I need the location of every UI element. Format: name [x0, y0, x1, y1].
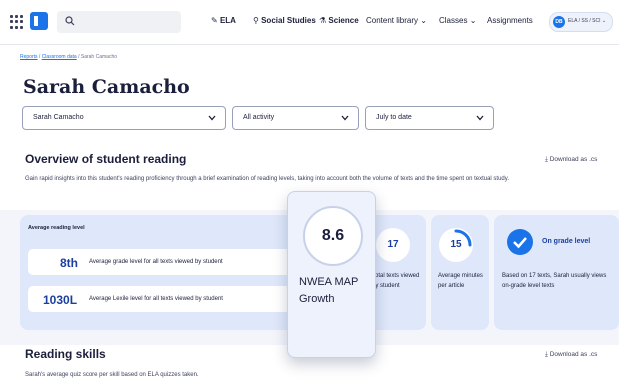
- breadcrumb-reports[interactable]: Reports: [20, 54, 38, 60]
- chevron-down-icon: ⌄: [601, 18, 607, 24]
- overview-description: Gain rapid insights into this student's …: [25, 176, 509, 182]
- average-reading-level-card: Average reading level 8th Average grade …: [20, 215, 312, 330]
- nav-assignments[interactable]: Assignments: [487, 16, 533, 25]
- nav-content-library[interactable]: Content library ⌄: [366, 16, 427, 25]
- grade-level-label: Average grade level for all texts viewed…: [89, 259, 223, 265]
- minutes-progress-ring: [454, 229, 472, 247]
- nav-science[interactable]: ⚗ Science: [319, 16, 359, 25]
- subject-switcher[interactable]: DB ELA / SS / SCI ⌄: [549, 12, 613, 32]
- on-grade-level-label: Based on 17 texts, Sarah usually views o…: [502, 273, 607, 289]
- student-select[interactable]: Sarah Camacho: [22, 106, 226, 130]
- nwea-score-tooltip: 8.6 NWEA MAP Growth: [287, 191, 376, 358]
- on-grade-level-heading: On grade level: [542, 238, 591, 245]
- chevron-down-icon: [208, 115, 216, 121]
- app-logo[interactable]: [30, 12, 48, 30]
- chevron-down-icon: ⌄: [420, 16, 427, 25]
- lexile-level-row: 1030L Average Lexile level for all texts…: [28, 286, 302, 312]
- check-circle-icon: [507, 229, 533, 255]
- total-texts-label: Total texts viewed by student: [372, 273, 420, 289]
- average-minutes-label: Average minutes per article: [438, 273, 483, 289]
- lexile-level-label: Average Lexile level for all texts viewe…: [89, 296, 223, 302]
- breadcrumb-classroom-data[interactable]: Classroom data: [42, 54, 77, 60]
- search-input[interactable]: [57, 11, 181, 33]
- breadcrumb: Reports / Classroom data / Sarah Camacho: [20, 54, 118, 60]
- overview-download-link[interactable]: ⤓ Download as .cs: [545, 156, 597, 164]
- average-minutes-card: 15 Average minutes per article: [431, 215, 489, 330]
- avatar: DB: [553, 16, 565, 28]
- nwea-score-label: NWEA MAP Growth: [299, 276, 359, 305]
- top-navigation-bar: ✎ ELA ⚲ Social Studies ⚗ Science Content…: [0, 0, 619, 45]
- on-grade-level-card: On grade level Based on 17 texts, Sarah …: [494, 215, 619, 330]
- grade-level-value: 8th: [60, 256, 78, 270]
- apps-grid-icon[interactable]: [10, 15, 24, 29]
- date-range-select[interactable]: July to date: [365, 106, 494, 130]
- flask-icon: ⚗: [319, 16, 329, 25]
- nav-classes[interactable]: Classes ⌄: [439, 16, 476, 25]
- average-reading-level-heading: Average reading level: [28, 225, 85, 231]
- book-icon: ✎: [211, 16, 220, 25]
- chevron-down-icon: ⌄: [469, 16, 477, 25]
- skills-download-link[interactable]: ⤓ Download as .cs: [545, 351, 597, 359]
- breadcrumb-current: Sarah Camacho: [80, 54, 118, 60]
- chevron-down-icon: [341, 115, 349, 121]
- grade-level-row: 8th Average grade level for all texts vi…: [28, 249, 302, 275]
- subject-switch-label: ELA / SS / SCI ⌄: [568, 18, 607, 24]
- chevron-down-icon: [476, 115, 484, 121]
- reading-skills-heading: Reading skills: [25, 347, 106, 361]
- page-title: Sarah Camacho: [23, 76, 190, 98]
- total-texts-value: 17: [376, 228, 410, 262]
- nav-ela[interactable]: ✎ ELA: [211, 16, 236, 25]
- nwea-score-value: 8.6: [303, 206, 363, 266]
- pin-icon: ⚲: [253, 16, 262, 25]
- search-icon: [65, 16, 75, 26]
- overview-heading: Overview of student reading: [25, 152, 187, 166]
- nav-social-studies[interactable]: ⚲ Social Studies: [253, 16, 316, 25]
- activity-select[interactable]: All activity: [232, 106, 359, 130]
- reading-skills-caption: Sarah's average quiz score per skill bas…: [25, 372, 199, 378]
- lexile-level-value: 1030L: [43, 293, 78, 307]
